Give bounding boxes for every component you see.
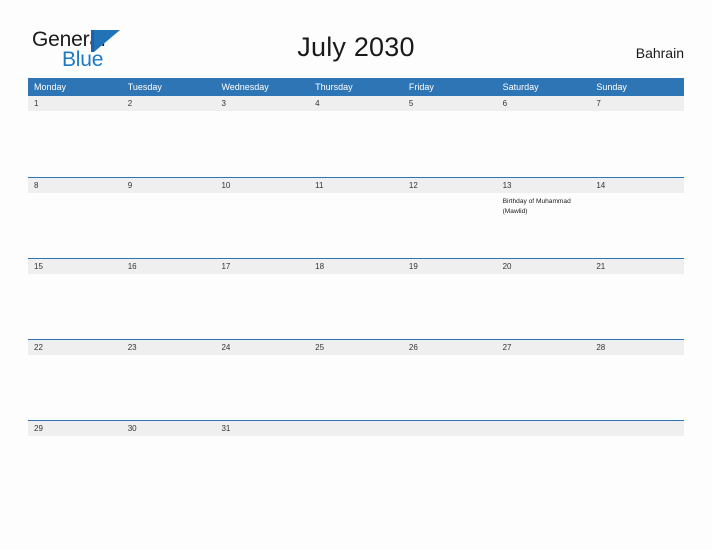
weekday-header-monday: Monday (34, 82, 67, 92)
day-number-empty (403, 421, 497, 436)
day-number[interactable]: 12 (403, 178, 497, 193)
day-number[interactable]: 19 (403, 259, 497, 274)
week-event-band (28, 355, 684, 420)
day-event (309, 436, 403, 501)
weekday-header-thursday: Thursday (315, 82, 353, 92)
day-event (215, 355, 309, 420)
week-event-band (28, 274, 684, 339)
week-date-band: 1 2 3 4 5 6 7 (28, 96, 684, 111)
page-header: General Blue July 2030 Bahrain (0, 0, 712, 78)
page-title: July 2030 (297, 32, 415, 62)
day-number[interactable]: 23 (122, 340, 216, 355)
day-number-empty (309, 421, 403, 436)
day-number[interactable]: 31 (215, 421, 309, 436)
day-event (28, 193, 122, 258)
day-event (590, 355, 684, 420)
day-number[interactable]: 26 (403, 340, 497, 355)
day-number[interactable]: 17 (215, 259, 309, 274)
day-event (403, 274, 497, 339)
day-event (215, 111, 309, 176)
week-event-band (28, 111, 684, 176)
day-event (122, 274, 216, 339)
week-row: 8 9 10 11 12 13 14 Birthday of Muhammad … (28, 177, 684, 258)
day-event (122, 355, 216, 420)
day-number[interactable]: 29 (28, 421, 122, 436)
day-event (122, 111, 216, 176)
day-event (215, 436, 309, 501)
region-label: Bahrain (635, 45, 684, 61)
day-number[interactable]: 11 (309, 178, 403, 193)
day-number[interactable]: 1 (28, 96, 122, 111)
day-event (497, 111, 591, 176)
day-event (497, 355, 591, 420)
day-event (403, 111, 497, 176)
day-event (122, 436, 216, 501)
weekday-header-tuesday: Tuesday (127, 82, 162, 92)
day-number-empty (590, 421, 684, 436)
day-number[interactable]: 27 (497, 340, 591, 355)
week-row: 15 16 17 18 19 20 21 (28, 258, 684, 339)
day-number[interactable]: 10 (215, 178, 309, 193)
day-number[interactable]: 28 (590, 340, 684, 355)
day-number[interactable]: 8 (28, 178, 122, 193)
week-row: 29 30 31 (28, 420, 684, 501)
day-event (215, 274, 309, 339)
day-event (590, 193, 684, 258)
day-number[interactable]: 21 (590, 259, 684, 274)
week-row: 1 2 3 4 5 6 7 (28, 96, 684, 177)
week-event-band: Birthday of Muhammad (Mawlid) (28, 193, 684, 258)
day-number[interactable]: 4 (309, 96, 403, 111)
week-date-band: 29 30 31 (28, 421, 684, 436)
day-number[interactable]: 15 (28, 259, 122, 274)
day-event (309, 355, 403, 420)
day-event (590, 274, 684, 339)
day-number[interactable]: 25 (309, 340, 403, 355)
day-event (309, 274, 403, 339)
day-event: Birthday of Muhammad (Mawlid) (502, 198, 571, 215)
day-number[interactable]: 6 (497, 96, 591, 111)
day-event (28, 355, 122, 420)
week-date-band: 15 16 17 18 19 20 21 (28, 259, 684, 274)
day-event (309, 111, 403, 176)
day-number[interactable]: 20 (497, 259, 591, 274)
weekday-header-row: Monday Tuesday Wednesday Thursday Friday… (28, 78, 684, 96)
day-event (309, 193, 403, 258)
weekday-header-wednesday: Wednesday (221, 82, 269, 92)
week-date-band: 8 9 10 11 12 13 14 (28, 178, 684, 193)
day-number[interactable]: 30 (122, 421, 216, 436)
day-event (28, 274, 122, 339)
day-number[interactable]: 2 (122, 96, 216, 111)
day-number[interactable]: 14 (590, 178, 684, 193)
day-number[interactable]: 7 (590, 96, 684, 111)
day-event (403, 355, 497, 420)
day-number[interactable]: 13 (497, 178, 591, 193)
day-event (28, 436, 122, 501)
day-number[interactable]: 18 (309, 259, 403, 274)
weekday-header-saturday: Saturday (502, 82, 539, 92)
day-number[interactable]: 9 (122, 178, 216, 193)
day-event (590, 436, 684, 501)
day-number[interactable]: 16 (122, 259, 216, 274)
day-event (590, 111, 684, 176)
day-event (403, 193, 497, 258)
day-number-empty (497, 421, 591, 436)
weekday-header-friday: Friday (408, 82, 434, 92)
week-date-band: 22 23 24 25 26 27 28 (28, 340, 684, 355)
calendar-grid: Monday Tuesday Wednesday Thursday Friday… (28, 78, 684, 501)
day-number[interactable]: 22 (28, 340, 122, 355)
calendar-page: General Blue July 2030 Bahrain Monday Tu… (0, 0, 712, 550)
day-number[interactable]: 3 (215, 96, 309, 111)
day-event (403, 436, 497, 501)
day-event (28, 111, 122, 176)
week-event-band (28, 436, 684, 501)
day-event (215, 193, 309, 258)
day-event (497, 436, 591, 501)
day-event (122, 193, 216, 258)
day-event (497, 274, 591, 339)
weekday-header-sunday: Sunday (596, 82, 627, 92)
day-number[interactable]: 5 (403, 96, 497, 111)
week-row: 22 23 24 25 26 27 28 (28, 339, 684, 420)
day-number[interactable]: 24 (215, 340, 309, 355)
